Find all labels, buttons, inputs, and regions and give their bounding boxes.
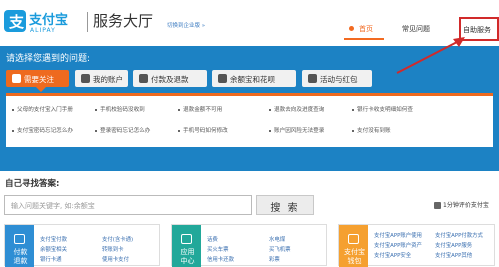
- question-link[interactable]: 账户因风险无法登录: [269, 126, 324, 134]
- question-link[interactable]: 支付没有到账: [352, 126, 391, 134]
- tab-label: 余额宝和花呗: [230, 75, 275, 84]
- card-link[interactable]: 使用卡支付: [102, 255, 129, 263]
- card-link[interactable]: 支付宝APP服务: [435, 241, 472, 249]
- category-card-payments: 付款 退款 支付宝付款 支付(含卡通) 余额宝相关 转账到卡 银行卡通 使用卡支付: [4, 224, 160, 267]
- bell-icon: [12, 74, 21, 83]
- card-label: 付款 退款: [13, 248, 28, 265]
- switch-enterprise-link[interactable]: 切换到企业版 »: [167, 21, 205, 29]
- question-link[interactable]: 退款去向及进度查询: [269, 105, 324, 113]
- card-link[interactable]: 转账到卡: [102, 245, 124, 253]
- alipay-logo-icon[interactable]: 支: [4, 10, 26, 32]
- search-input[interactable]: 输入问题关键字, 如:余额宝: [4, 195, 252, 215]
- question-link[interactable]: 父母的支付宝入门手册: [12, 105, 73, 113]
- card-link[interactable]: 信用卡还款: [207, 255, 234, 263]
- logo-text[interactable]: 支付宝: [29, 9, 68, 28]
- logo-subtext: ALIPAY: [30, 27, 56, 34]
- panel-title: 请选择您遇到的问题:: [6, 54, 91, 64]
- card-header[interactable]: 付款 退款: [5, 225, 34, 267]
- card-link[interactable]: 买飞机票: [269, 245, 291, 253]
- card-link[interactable]: 银行卡通: [40, 255, 62, 263]
- card-icon: [14, 234, 25, 244]
- question-list: 父母的支付宝入门手册 手机校验码没收到 退款金额不可用 退款去向及进度查询 银行…: [6, 93, 493, 147]
- card-link[interactable]: 话费: [207, 235, 218, 243]
- card-link[interactable]: 支付宝付款: [40, 235, 67, 243]
- card-link[interactable]: 支付宝APP安全: [374, 251, 411, 259]
- question-link[interactable]: 手机号码如何修改: [178, 126, 228, 134]
- tab-activities[interactable]: 活动与红包: [302, 70, 372, 87]
- wallet-icon: [218, 74, 227, 83]
- logo-divider: [87, 12, 88, 32]
- category-card-wallet: 支付宝 钱包 支付宝APP账户使用 支付宝APP付款方式 支付宝APP账户资产 支…: [338, 224, 495, 267]
- nav-home-active-indicator: [344, 38, 384, 40]
- card-link[interactable]: 支付宝APP账户使用: [374, 231, 422, 239]
- question-link[interactable]: 登录密码忘记怎么办: [95, 126, 150, 134]
- card-link[interactable]: 买火车票: [207, 245, 229, 253]
- payment-icon: [139, 74, 148, 83]
- tab-label: 活动与红包: [320, 75, 358, 84]
- card-header[interactable]: 支付宝 钱包: [339, 225, 368, 267]
- card-icon: [348, 234, 359, 244]
- card-label: 应用 中心: [180, 248, 195, 265]
- category-card-apps: 应用 中心 话费 水电煤 买火车票 买飞机票 信用卡还款 彩票: [171, 224, 327, 267]
- card-icon: [181, 234, 192, 244]
- tab-label: 我的账户: [93, 75, 123, 84]
- question-link[interactable]: 支付宝密码忘记怎么办: [12, 126, 73, 134]
- question-link[interactable]: 银行卡收支明细如何查: [352, 105, 413, 113]
- card-link[interactable]: 支付宝APP其他: [435, 251, 472, 259]
- card-link[interactable]: 彩票: [269, 255, 280, 263]
- search-button[interactable]: 搜 索: [256, 195, 314, 215]
- nav-home[interactable]: 首页: [349, 24, 373, 34]
- annotation-arrow-icon: [396, 37, 465, 74]
- tab-label: 需要关注: [24, 75, 54, 84]
- gift-icon: [308, 74, 317, 83]
- tab-attention[interactable]: 需要关注: [6, 70, 69, 92]
- tab-label: 付款及退款: [151, 75, 189, 84]
- card-header[interactable]: 应用 中心: [172, 225, 201, 267]
- question-link[interactable]: 退款金额不可用: [178, 105, 222, 113]
- tab-payment-refund[interactable]: 付款及退款: [133, 70, 207, 87]
- tab-my-account[interactable]: 我的账户: [75, 70, 128, 87]
- card-link[interactable]: 支付宝APP账户资产: [374, 241, 422, 249]
- card-link[interactable]: 余额宝相关: [40, 245, 67, 253]
- search-title: 自己寻找答案:: [5, 179, 60, 189]
- page-title: 服务大厅: [93, 12, 154, 30]
- card-link[interactable]: 水电煤: [269, 235, 285, 243]
- user-icon: [81, 74, 90, 83]
- card-label: 支付宝 钱包: [344, 248, 365, 265]
- tab-yuebao-huabei[interactable]: 余额宝和花呗: [212, 70, 296, 87]
- card-link[interactable]: 支付宝APP付款方式: [435, 231, 483, 239]
- card-link[interactable]: 支付(含卡通): [102, 235, 133, 243]
- rating-link[interactable]: 1分钟评价支付宝: [434, 200, 489, 209]
- question-link[interactable]: 手机校验码没收到: [95, 105, 145, 113]
- nav-faq[interactable]: 常见问题: [402, 24, 430, 34]
